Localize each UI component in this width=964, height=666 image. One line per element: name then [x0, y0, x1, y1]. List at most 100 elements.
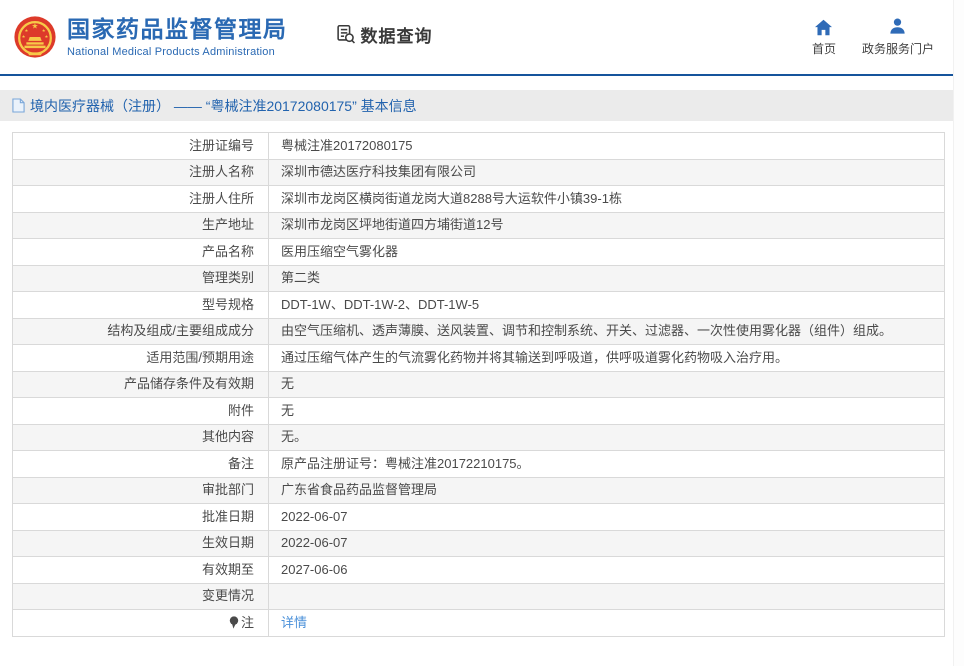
- row-value: 深圳市龙岗区坪地街道四方埔街道12号: [268, 211, 945, 239]
- row-label: 生产地址: [12, 211, 269, 239]
- national-emblem-logo: ★ ★ ★ ★ ★: [14, 16, 56, 58]
- row-value-text: 原产品注册证号：粤械注准20172210175。: [281, 455, 530, 471]
- user-icon: [888, 18, 907, 36]
- table-row: 型号规格 DDT-1W、DDT-1W-2、DDT-1W-5: [12, 291, 945, 319]
- row-value-text: 粤械注准20172080175: [281, 137, 413, 153]
- svg-text:★: ★: [32, 21, 39, 30]
- row-label-text: 生产地址: [201, 217, 254, 233]
- table-row: 适用范围/预期用途 通过压缩气体产生的气流雾化药物并将其输送到呼吸道，供呼吸道雾化…: [12, 344, 945, 372]
- row-label: 其他内容: [12, 423, 269, 451]
- row-label-text: 管理类别: [201, 270, 254, 286]
- row-label-text: 型号规格: [201, 296, 254, 312]
- row-value-text: 深圳市德达医疗科技集团有限公司: [281, 164, 477, 180]
- row-value: 由空气压缩机、透声薄膜、送风装置、调节和控制系统、开关、过滤器、一次性使用雾化器…: [268, 317, 945, 345]
- header-nav: 首页 政务服务门户: [812, 18, 934, 57]
- row-value: 第二类: [268, 264, 945, 292]
- data-query-tab[interactable]: 数据查询: [334, 22, 433, 47]
- row-value: [268, 582, 945, 610]
- row-label-text: 注册人名称: [188, 164, 254, 180]
- row-label-text: 审批部门: [201, 482, 254, 498]
- row-label: 生效日期: [12, 529, 269, 557]
- row-value-text: 深圳市龙岗区横岗街道龙岗大道8288号大运软件小镇39-1栋: [281, 190, 622, 206]
- row-value-text: 通过压缩气体产生的气流雾化药物并将其输送到呼吸道，供呼吸道雾化药物吸入治疗用。: [281, 349, 789, 365]
- row-value: 通过压缩气体产生的气流雾化药物并将其输送到呼吸道，供呼吸道雾化药物吸入治疗用。: [268, 344, 945, 372]
- row-value-text: 深圳市龙岗区坪地街道四方埔街道12号: [281, 217, 504, 233]
- site-header: ★ ★ ★ ★ ★ 国家药品监督管理局 National Medical Pro…: [0, 0, 964, 74]
- svg-text:★: ★: [42, 28, 46, 33]
- row-label: 批准日期: [12, 503, 269, 531]
- scrollbar-track[interactable]: [953, 0, 964, 666]
- table-row: 其他内容 无。: [12, 423, 945, 451]
- page: ★ ★ ★ ★ ★ 国家药品监督管理局 National Medical Pro…: [0, 0, 964, 666]
- table-row: 审批部门 广东省食品药品监督管理局: [12, 476, 945, 504]
- row-label-text: 结构及组成/主要组成成分: [107, 323, 254, 339]
- row-value: 深圳市龙岗区横岗街道龙岗大道8288号大运软件小镇39-1栋: [268, 185, 945, 213]
- row-label: 管理类别: [12, 264, 269, 292]
- row-label: 注册证编号: [12, 132, 269, 160]
- data-query-label: 数据查询: [360, 26, 433, 46]
- row-value-text: 广东省食品药品监督管理局: [281, 482, 438, 498]
- row-label: 审批部门: [12, 476, 269, 504]
- row-value: 详情: [268, 609, 945, 637]
- row-value: 无。: [268, 423, 945, 451]
- row-label-text: 备注: [227, 455, 254, 471]
- row-label-text: 注册人住所: [188, 190, 254, 206]
- row-label: 注册人住所: [12, 185, 269, 213]
- table-row: 有效期至 2027-06-06: [12, 556, 945, 584]
- row-label-text: 产品储存条件及有效期: [123, 376, 254, 392]
- home-icon: [814, 18, 833, 36]
- nav-portal[interactable]: 政务服务门户: [862, 18, 934, 57]
- org-names: 国家药品监督管理局 National Medical Products Admi…: [67, 16, 288, 57]
- nav-home[interactable]: 首页: [812, 18, 836, 57]
- row-value: 医用压缩空气雾化器: [268, 238, 945, 266]
- row-label: 结构及组成/主要组成成分: [12, 317, 269, 345]
- row-value: 深圳市德达医疗科技集团有限公司: [268, 158, 945, 186]
- row-value: DDT-1W、DDT-1W-2、DDT-1W-5: [268, 291, 945, 319]
- table-row: 批准日期 2022-06-07: [12, 503, 945, 531]
- row-value: 广东省食品药品监督管理局: [268, 476, 945, 504]
- document-icon: [12, 98, 25, 113]
- row-value: 无: [268, 370, 945, 398]
- row-label: 附件: [12, 397, 269, 425]
- row-value-text: 由空气压缩机、透声薄膜、送风装置、调节和控制系统、开关、过滤器、一次性使用雾化器…: [281, 323, 893, 339]
- logo-group: ★ ★ ★ ★ ★ 国家药品监督管理局 National Medical Pro…: [12, 14, 288, 60]
- row-value: 无: [268, 397, 945, 425]
- table-row: 注册人住所 深圳市龙岗区横岗街道龙岗大道8288号大运软件小镇39-1栋: [12, 185, 945, 213]
- table-row: 备注 原产品注册证号：粤械注准20172210175。: [12, 450, 945, 478]
- row-label: 注: [12, 609, 269, 637]
- table-row: 结构及组成/主要组成成分 由空气压缩机、透声薄膜、送风装置、调节和控制系统、开关、…: [12, 317, 945, 345]
- row-value-text: 无。: [281, 429, 308, 445]
- row-value: 2022-06-07: [268, 529, 945, 557]
- org-name-en: National Medical Products Administration: [67, 45, 275, 58]
- row-value: 2022-06-07: [268, 503, 945, 531]
- row-label-text: 适用范围/预期用途: [146, 349, 254, 365]
- row-label-text: 产品名称: [201, 243, 254, 259]
- row-value-text: 2022-06-07: [281, 535, 348, 551]
- detail-link[interactable]: 详情: [281, 615, 307, 630]
- table-row: 附件 无: [12, 397, 945, 425]
- row-label: 产品储存条件及有效期: [12, 370, 269, 398]
- nav-portal-label: 政务服务门户: [861, 41, 934, 56]
- row-value-text: 2027-06-06: [281, 561, 348, 577]
- row-value-text: 2022-06-07: [281, 508, 348, 524]
- row-label-text: 附件: [227, 402, 254, 418]
- row-label: 变更情况: [12, 582, 269, 610]
- row-label-text: 变更情况: [201, 588, 254, 604]
- breadcrumb-title-bar: 境内医疗器械（注册） —— “粤械注准20172080175” 基本信息: [0, 90, 953, 121]
- row-value-text: 无: [281, 402, 295, 418]
- row-label: 备注: [12, 450, 269, 478]
- row-value: 2027-06-06: [268, 556, 945, 584]
- row-value-text: 第二类: [281, 270, 321, 286]
- table-row: 变更情况: [12, 582, 945, 610]
- row-label-text: 批准日期: [201, 508, 254, 524]
- table-row: 产品储存条件及有效期 无: [12, 370, 945, 398]
- note-balloon-icon: [229, 616, 239, 629]
- svg-text:★: ★: [24, 28, 28, 33]
- table-row: 注 详情: [12, 609, 945, 637]
- row-label: 型号规格: [12, 291, 269, 319]
- row-value-text: 医用压缩空气雾化器: [281, 243, 399, 259]
- row-value-text: DDT-1W、DDT-1W-2、DDT-1W-5: [281, 296, 480, 312]
- table-row: 生产地址 深圳市龙岗区坪地街道四方埔街道12号: [12, 211, 945, 239]
- row-value: 原产品注册证号：粤械注准20172210175。: [268, 450, 945, 478]
- row-label: 适用范围/预期用途: [12, 344, 269, 372]
